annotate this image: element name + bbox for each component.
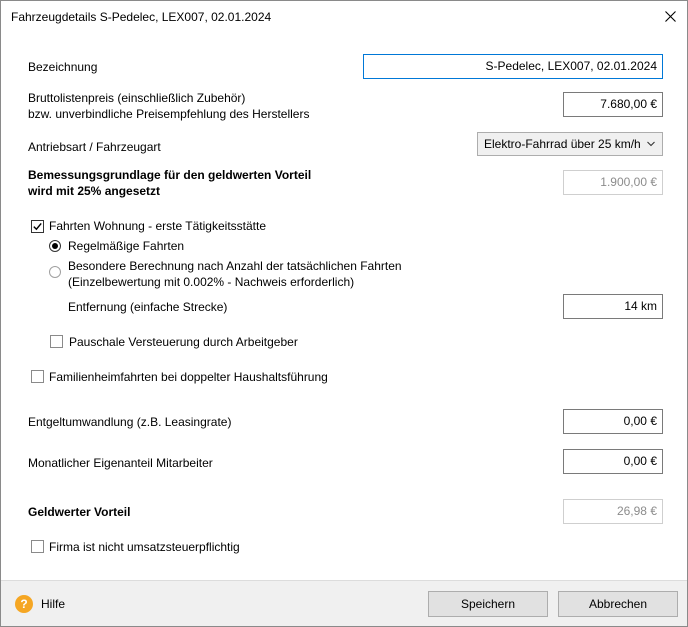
entgelt-input[interactable]: 0,00 € xyxy=(563,409,663,434)
regelmaessig-radio[interactable] xyxy=(49,240,61,252)
bemessung-label-line1: Bemessungsgrundlage für den geldwerten V… xyxy=(28,168,312,182)
title-bar: Fahrzeugdetails S-Pedelec, LEX007, 02.01… xyxy=(1,1,687,33)
entfernung-label: Entfernung (einfache Strecke) xyxy=(68,300,228,314)
bemessung-value: 1.900,00 € xyxy=(563,170,663,195)
entfernung-input[interactable]: 14 km xyxy=(563,294,663,319)
besondere-radio[interactable] xyxy=(49,266,61,278)
eigenanteil-input[interactable]: 0,00 € xyxy=(563,449,663,474)
help-icon[interactable]: ? xyxy=(15,595,33,613)
geldwert-value: 26,98 € xyxy=(563,499,663,524)
pauschale-checkbox[interactable] xyxy=(50,335,63,348)
familienheim-checkbox[interactable] xyxy=(31,370,44,383)
chevron-down-icon xyxy=(647,141,655,147)
familienheim-label: Familienheimfahrten bei doppelter Hausha… xyxy=(49,370,328,384)
eigenanteil-label: Monatlicher Eigenanteil Mitarbeiter xyxy=(28,456,213,470)
close-icon xyxy=(664,10,676,22)
window-title: Fahrzeugdetails S-Pedelec, LEX007, 02.01… xyxy=(11,10,272,24)
besondere-label-line1: Besondere Berechnung nach Anzahl der tat… xyxy=(68,259,402,273)
dialog-footer: ? Hilfe Speichern Abbrechen xyxy=(1,580,687,626)
fahrten-label: Fahrten Wohnung - erste Tätigkeitsstätte xyxy=(49,219,267,233)
bezeichnung-label: Bezeichnung xyxy=(28,60,98,74)
regelmaessig-label: Regelmäßige Fahrten xyxy=(68,239,185,253)
antriebsart-selected-value: Elektro-Fahrrad über 25 km/h xyxy=(484,137,641,151)
geldwert-label: Geldwerter Vorteil xyxy=(28,505,131,519)
cancel-button[interactable]: Abbrechen xyxy=(558,591,678,617)
firma-label: Firma ist nicht umsatzsteuerpflichtig xyxy=(49,540,240,554)
close-button[interactable] xyxy=(655,1,685,31)
dialog-window: Fahrzeugdetails S-Pedelec, LEX007, 02.01… xyxy=(0,0,688,627)
besondere-label-line2: (Einzelbewertung mit 0.002% - Nachweis e… xyxy=(68,275,355,289)
bruttolistenpreis-label-line2: bzw. unverbindliche Preisempfehlung des … xyxy=(28,107,310,121)
antriebsart-label: Antriebsart / Fahrzeugart xyxy=(28,140,161,154)
save-button[interactable]: Speichern xyxy=(428,591,548,617)
bruttolistenpreis-input[interactable]: 7.680,00 € xyxy=(563,92,663,117)
radio-selected-dot xyxy=(52,243,58,249)
checkmark-icon xyxy=(33,222,42,231)
bezeichnung-input[interactable]: S-Pedelec, LEX007, 02.01.2024 xyxy=(363,54,663,79)
pauschale-label: Pauschale Versteuerung durch Arbeitgeber xyxy=(69,335,298,349)
fahrten-checkbox[interactable] xyxy=(31,220,44,233)
bemessung-label-line2: wird mit 25% angesetzt xyxy=(28,184,161,198)
antriebsart-select[interactable]: Elektro-Fahrrad über 25 km/h xyxy=(477,132,663,156)
entgelt-label: Entgeltumwandlung (z.B. Leasingrate) xyxy=(28,415,232,429)
help-link[interactable]: Hilfe xyxy=(41,597,65,611)
bruttolistenpreis-label-line1: Bruttolistenpreis (einschließlich Zubehö… xyxy=(28,91,246,105)
firma-checkbox[interactable] xyxy=(31,540,44,553)
